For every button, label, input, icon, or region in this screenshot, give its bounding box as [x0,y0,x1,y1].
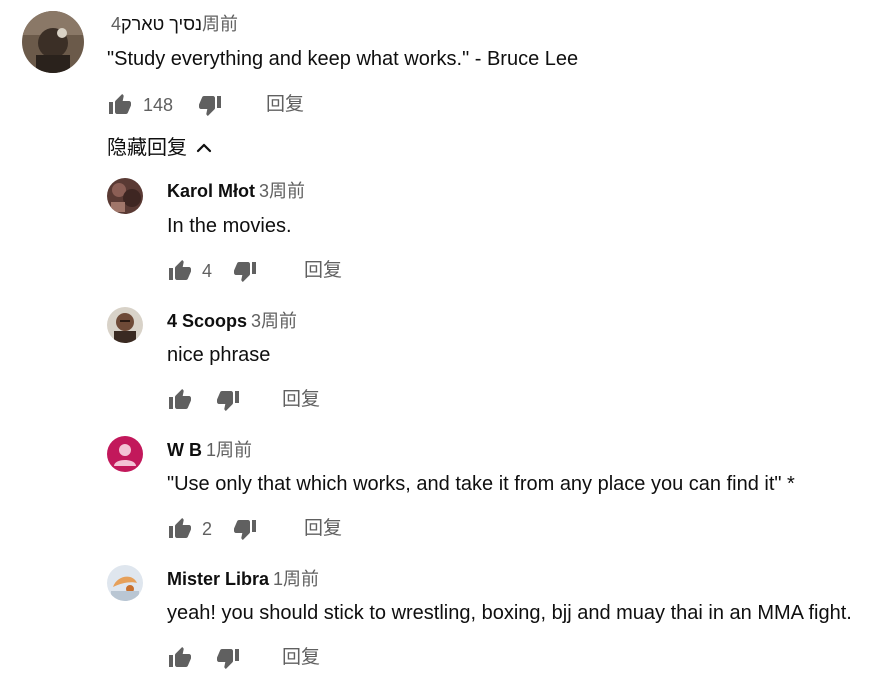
thumb-down-icon[interactable] [197,92,223,118]
thumb-down-icon[interactable] [232,258,258,284]
thumb-up-icon[interactable] [167,258,193,284]
author-name[interactable]: Karol Młot [167,181,255,201]
avatar[interactable] [107,178,143,214]
avatar[interactable] [107,307,143,343]
comment-time[interactable]: 1周前 [206,440,252,460]
thumb-up-icon[interactable] [167,387,193,413]
thumb-up-icon[interactable] [167,645,193,671]
comment-actions [167,645,241,671]
author-name[interactable]: נסיך טארק [121,14,202,34]
comment-header: W B 1周前 [167,439,252,461]
comment-header: Mister Libra 1周前 [167,568,319,590]
avatar[interactable] [107,436,143,472]
author-name[interactable]: Mister Libra [167,569,269,589]
author-name[interactable]: 4 Scoops [167,311,247,331]
thumb-up-icon[interactable] [167,516,193,542]
reply-button[interactable]: 回复 [282,645,320,671]
comment-header: 4 Scoops 3周前 [167,310,297,332]
comment-text: "Study everything and keep what works." … [107,48,579,70]
comment-time[interactable]: 3周前 [251,311,297,331]
comment-text: nice phrase [167,344,271,366]
comment-actions: 148 [107,92,223,118]
thumb-up-icon[interactable] [107,92,133,118]
thumb-down-icon[interactable] [232,516,258,542]
comment-text: "Use only that which works, and take it … [167,473,795,495]
comment-actions [167,387,241,413]
comment-header: Karol Młot 3周前 [167,180,305,202]
comment-time[interactable]: 3周前 [259,181,305,201]
hide-replies-button[interactable]: 隐藏回复 [107,136,213,160]
comment-actions: 2 [167,516,258,542]
like-count: 2 [202,519,213,539]
like-count: 4 [202,261,213,281]
comment-text: yeah! you should stick to wrestling, box… [167,602,852,624]
reply-button[interactable]: 回复 [282,387,320,413]
thumb-down-icon[interactable] [215,645,241,671]
reply-button[interactable]: 回复 [304,258,342,284]
reply-button[interactable]: 回复 [304,516,342,542]
chevron-up-icon [196,143,212,153]
avatar[interactable] [22,11,84,73]
hide-replies-label: 隐藏回复 [107,137,187,159]
author-name[interactable]: W B [167,440,202,460]
thumb-down-icon[interactable] [215,387,241,413]
comment-text: In the movies. [167,215,292,237]
like-count: 148 [143,95,174,115]
comment-header: נסיך טארק4周前 [107,13,238,35]
comment-actions: 4 [167,258,258,284]
comment-time[interactable]: 1周前 [273,569,319,589]
reply-button[interactable]: 回复 [266,92,304,118]
avatar[interactable] [107,565,143,601]
